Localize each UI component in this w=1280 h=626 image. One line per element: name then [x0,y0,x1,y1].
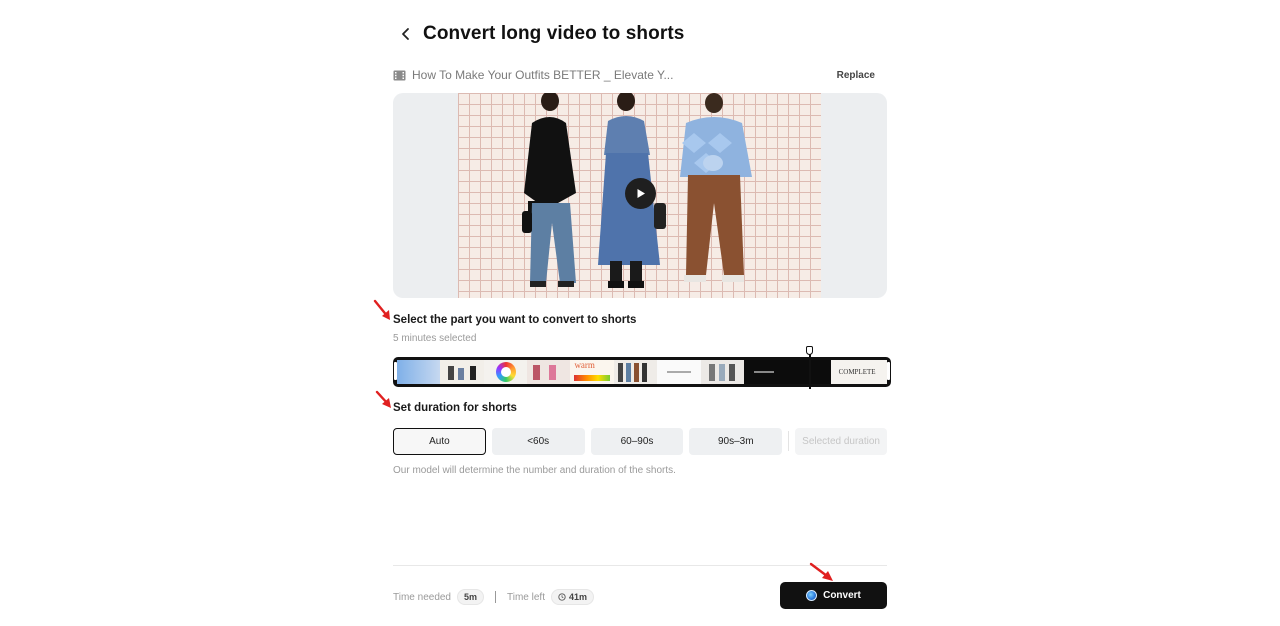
duration-title: Set duration for shorts [393,402,517,414]
timeline-thumbnail [657,360,701,384]
footer-separator [495,591,497,603]
select-part-title: Select the part you want to convert to s… [393,314,637,326]
time-needed-label: Time needed [393,591,451,603]
back-button[interactable] [393,21,419,47]
ai-orb-icon [806,590,818,601]
time-info: Time needed 5m Time left 41m [393,588,594,606]
timeline-playhead[interactable] [806,346,813,389]
timeline-end-handle[interactable] [887,362,890,380]
timeline-scrubber[interactable]: warm COMPLETE [393,357,891,387]
file-row: How To Make Your Outfits BETTER _ Elevat… [393,66,887,84]
video-preview[interactable] [393,93,887,298]
play-icon [637,189,645,198]
timeline-thumbnail [397,360,441,384]
film-icon [393,70,406,80]
time-left-label: Time left [507,591,545,603]
time-left-badge: 41m [550,589,594,605]
page-title: Convert long video to shorts [423,23,685,44]
duration-separator [788,431,790,451]
time-needed-badge: 5m [457,589,485,605]
red-arrow-annotation [809,562,833,581]
chevron-left-icon [402,28,409,40]
timeline-thumbnail: warm [570,360,614,384]
clock-icon [558,593,566,601]
red-arrow-annotation [373,299,390,320]
timeline-thumbnail: COMPLETE [830,360,887,384]
duration-90s-3m-button[interactable]: 90s–3m [689,427,783,455]
convert-label: Convert [823,590,861,601]
replace-button[interactable]: Replace [837,70,875,81]
duration-auto-button[interactable]: Auto [393,427,486,455]
play-button[interactable] [625,178,656,209]
selected-duration-button: Selected duration [795,427,887,455]
convert-button[interactable]: Convert [780,582,887,609]
timeline-thumbnail [440,360,484,384]
page-header: Convert long video to shorts [393,20,684,48]
timeline-thumbnail [613,360,658,384]
timeline-thumbnail [700,360,744,384]
duration-hint: Our model will determine the number and … [393,465,676,476]
video-file-name: How To Make Your Outfits BETTER _ Elevat… [412,68,674,82]
duration-under-60s-button[interactable]: <60s [491,427,585,455]
duration-options: Auto <60s 60–90s 90s–3m Selected duratio… [393,427,887,455]
duration-60-90s-button[interactable]: 60–90s [590,427,684,455]
timeline-start-handle[interactable] [394,362,397,380]
selected-minutes-text: 5 minutes selected [393,333,477,344]
timeline-thumbnail [527,360,571,384]
timeline-thumbnail [483,360,528,384]
timeline-thumbnail [743,360,788,384]
